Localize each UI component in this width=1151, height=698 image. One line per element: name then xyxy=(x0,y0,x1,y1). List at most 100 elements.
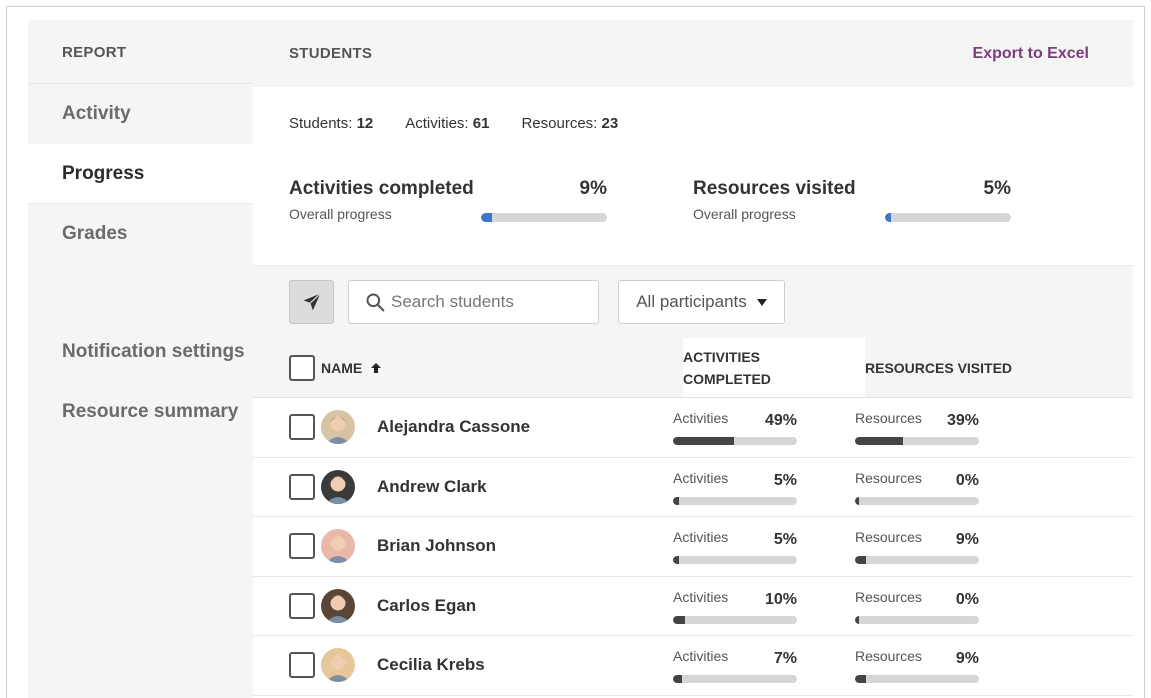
name-sort-button[interactable]: NAME xyxy=(321,360,382,376)
resources-progress-bar xyxy=(855,675,979,684)
activities-count-value: 61 xyxy=(472,115,490,132)
resources-metric-percent: 0% xyxy=(955,590,979,608)
report-app: REPORT Activity Progress Grades Notifica… xyxy=(28,20,1133,698)
participants-filter-select[interactable]: All participants xyxy=(618,280,785,324)
resources-count-label: Resources: xyxy=(521,115,598,132)
resources-progress-fill xyxy=(855,496,859,505)
export-to-excel-link[interactable]: Export to Excel xyxy=(973,45,1089,63)
student-list: Alejandra Cassone Activities 49% Resourc… xyxy=(253,398,1133,696)
resources-overall-progress-fill xyxy=(885,213,892,222)
activities-overall-progress-fill xyxy=(481,213,493,222)
main-panel: STUDENTS Export to Excel Students: 12 Ac… xyxy=(253,20,1133,698)
activities-completed-percent: 9% xyxy=(579,178,607,199)
activities-metric-label: Activities xyxy=(673,588,729,605)
sidebar-header: REPORT xyxy=(28,20,253,84)
avatar-image xyxy=(321,529,355,564)
resources-metric-percent: 9% xyxy=(955,650,979,668)
resources-metric-percent: 0% xyxy=(955,471,979,489)
avatar xyxy=(321,588,355,623)
activities-progress-bar xyxy=(673,496,797,505)
search-box[interactable] xyxy=(348,280,599,324)
select-all-checkbox[interactable] xyxy=(289,354,315,381)
sidebar-item-notification-settings[interactable]: Notification settings xyxy=(28,322,253,382)
activities-progress-fill xyxy=(673,556,680,565)
student-name[interactable]: Alejandra Cassone xyxy=(377,417,673,437)
resources-visited-block: Resources visited 5% Overall progress xyxy=(693,178,1011,228)
row-checkbox[interactable] xyxy=(289,414,315,441)
avatar-image xyxy=(321,410,355,445)
student-name[interactable]: Brian Johnson xyxy=(377,536,673,556)
sidebar-item-grades[interactable]: Grades xyxy=(28,204,253,264)
sidebar: REPORT Activity Progress Grades Notifica… xyxy=(28,20,253,698)
row-checkbox[interactable] xyxy=(289,652,315,679)
activities-progress-bar xyxy=(673,675,797,684)
activities-completed-column-header[interactable]: ACTIVITIES COMPLETED xyxy=(683,338,865,397)
sidebar-item-resource-summary[interactable]: Resource summary xyxy=(28,382,253,442)
send-message-button[interactable] xyxy=(289,280,334,324)
resources-progress-fill xyxy=(855,556,867,565)
avatar xyxy=(321,410,355,445)
resources-overall-progress-bar xyxy=(885,213,1011,222)
resources-metric-label: Resources xyxy=(855,529,922,546)
activities-metric: Activities 5% xyxy=(673,467,797,507)
table-row[interactable]: Cecilia Krebs Activities 7% Resources 9% xyxy=(253,636,1133,696)
row-checkbox[interactable] xyxy=(289,592,315,619)
activities-metric: Activities 7% xyxy=(673,645,797,685)
resources-count-value: 23 xyxy=(601,115,619,132)
activities-metric-label: Activities xyxy=(673,529,729,546)
resources-metric-label: Resources xyxy=(855,469,922,486)
resources-metric: Resources 9% xyxy=(855,645,979,685)
resources-metric: Resources 0% xyxy=(855,467,979,507)
row-checkbox[interactable] xyxy=(289,473,315,500)
table-row[interactable]: Alejandra Cassone Activities 49% Resourc… xyxy=(253,398,1133,458)
caret-down-icon xyxy=(756,298,767,306)
activities-metric-percent: 5% xyxy=(773,531,797,549)
sidebar-item-progress[interactable]: Progress xyxy=(28,144,253,204)
activities-progress-fill xyxy=(673,496,680,505)
student-name[interactable]: Cecilia Krebs xyxy=(377,655,673,675)
sidebar-item-activity[interactable]: Activity xyxy=(28,84,253,144)
table-row[interactable]: Carlos Egan Activities 10% Resources 0% xyxy=(253,577,1133,636)
resources-metric: Resources 0% xyxy=(855,586,979,626)
search-students-input[interactable] xyxy=(391,292,591,312)
summary-section: Students: 12 Activities: 61 Resources: 2… xyxy=(253,87,1133,266)
main-header: STUDENTS Export to Excel xyxy=(253,20,1133,87)
activities-metric-percent: 49% xyxy=(764,412,797,430)
student-name[interactable]: Andrew Clark xyxy=(377,477,673,497)
activities-metric: Activities 49% xyxy=(673,407,797,447)
resources-count: Resources: 23 xyxy=(521,115,618,132)
resources-visited-column-header[interactable]: RESOURCES VISITED xyxy=(865,338,1133,397)
paper-plane-icon xyxy=(303,293,321,311)
resources-column-label: RESOURCES VISITED xyxy=(865,359,1013,376)
activities-count-label: Activities: xyxy=(405,115,469,132)
activities-progress-fill xyxy=(673,615,686,624)
activities-metric-percent: 7% xyxy=(773,650,797,668)
resources-progress-bar xyxy=(855,615,979,624)
activities-metric-label: Activities xyxy=(673,469,729,486)
search-icon xyxy=(366,293,385,312)
table-row[interactable]: Brian Johnson Activities 5% Resources 9% xyxy=(253,517,1133,577)
resources-progress-fill xyxy=(855,437,904,446)
table-row[interactable]: Andrew Clark Activities 5% Resources 0% xyxy=(253,458,1133,517)
activities-count: Activities: 61 xyxy=(405,115,489,132)
resources-metric-label: Resources xyxy=(855,648,922,665)
name-column-label: NAME xyxy=(321,359,363,376)
avatar-image xyxy=(321,588,355,623)
table-header: NAME ACTIVITIES COMPLETED RESOURCES VISI… xyxy=(253,338,1133,398)
resources-metric: Resources 39% xyxy=(855,407,979,447)
counts-line: Students: 12 Activities: 61 Resources: 2… xyxy=(289,115,1097,132)
student-name[interactable]: Carlos Egan xyxy=(377,596,673,616)
avatar xyxy=(321,648,355,683)
row-checkbox[interactable] xyxy=(289,533,315,560)
participants-filter-value: All participants xyxy=(636,292,747,311)
activities-completed-title: Activities completed xyxy=(289,178,474,199)
activities-metric-label: Activities xyxy=(673,648,729,665)
resources-metric-label: Resources xyxy=(855,588,922,605)
student-toolbar: All participants xyxy=(253,266,1133,338)
resources-progress-bar xyxy=(855,556,979,565)
arrow-up-icon xyxy=(371,362,382,373)
activities-metric: Activities 10% xyxy=(673,586,797,626)
resources-metric-percent: 39% xyxy=(946,412,979,430)
resources-metric-label: Resources xyxy=(855,410,922,427)
